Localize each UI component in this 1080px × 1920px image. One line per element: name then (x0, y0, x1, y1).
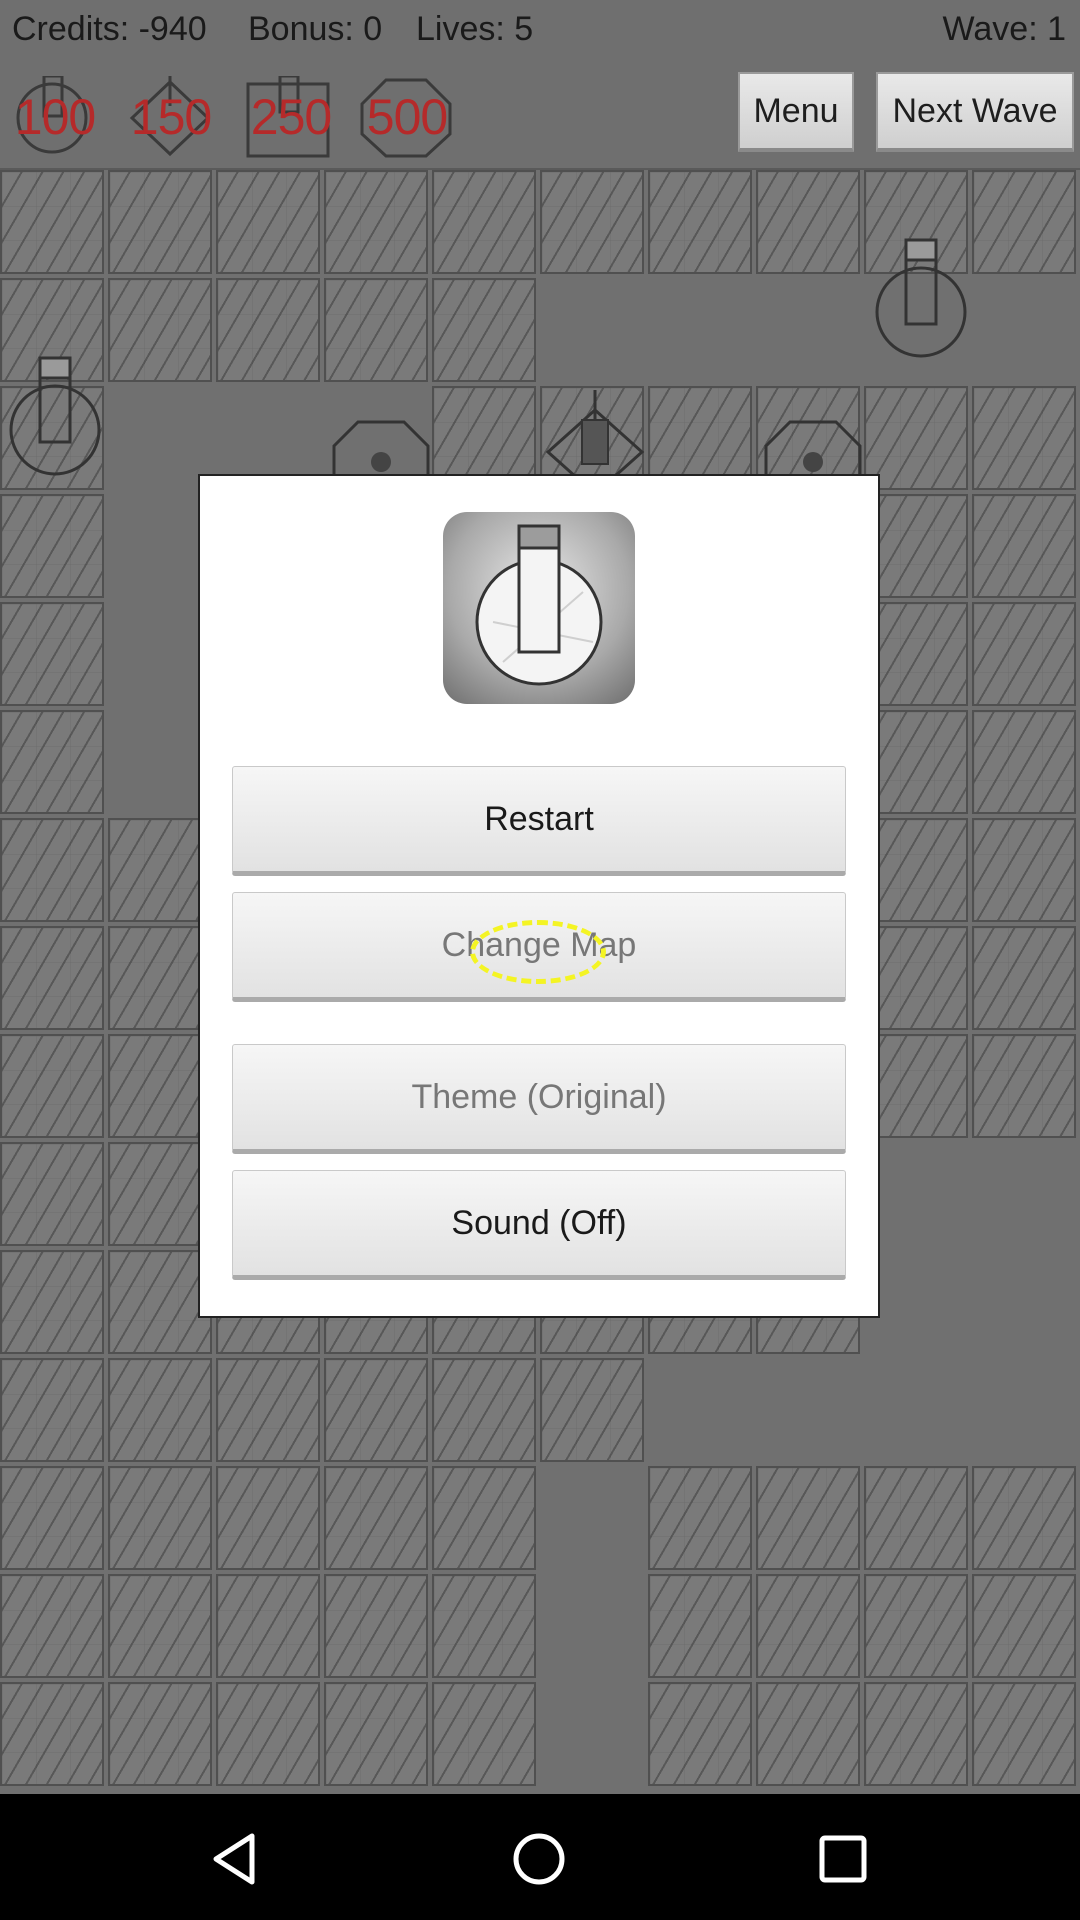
restart-button[interactable]: Restart (232, 766, 846, 876)
game-screen: Credits: -940 Bonus: 0 Lives: 5 Wave: 1 … (0, 0, 1080, 1920)
cannon-tower-icon (443, 512, 635, 704)
theme-button[interactable]: Theme (Original) (232, 1044, 846, 1154)
home-icon[interactable] (504, 1824, 574, 1894)
system-nav-bar (0, 1794, 1080, 1920)
game-menu-dialog: Restart Change Map Theme (Original) Soun… (198, 474, 880, 1318)
sound-toggle-button[interactable]: Sound (Off) (232, 1170, 846, 1280)
recents-icon[interactable] (808, 1824, 878, 1894)
change-map-button[interactable]: Change Map (232, 892, 846, 1002)
back-icon[interactable] (200, 1824, 270, 1894)
